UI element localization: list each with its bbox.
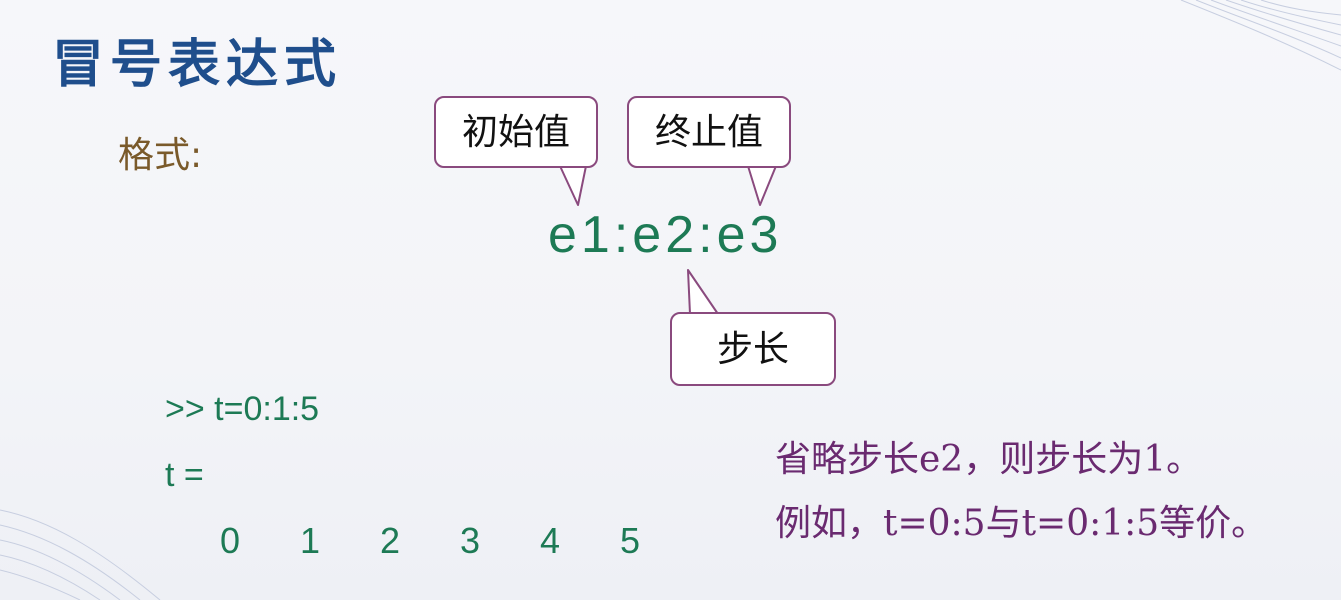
callout-end-value: 终止值 (627, 96, 791, 168)
output-value: 3 (460, 520, 481, 561)
callout-step: 步长 (670, 312, 836, 386)
command-line: >> t=0:1:5 (165, 390, 320, 428)
output-value: 2 (380, 520, 401, 561)
output-value: 5 (620, 520, 641, 561)
output-value: 1 (300, 520, 321, 561)
note-default-step: 省略步长e2，则步长为1。 (775, 439, 1203, 480)
output-value: 4 (540, 520, 561, 561)
output-value: 0 (220, 520, 241, 561)
note-example: 例如，t=0:5与t=0:1:5等价。 (775, 503, 1268, 544)
command-output-var: t = (165, 456, 204, 494)
command-output-values: 0 1 2 3 4 5 (220, 520, 700, 562)
callout-step-text: 步长 (716, 329, 789, 370)
callout-initial-value-text: 初始值 (461, 112, 570, 153)
callout-end-value-text: 终止值 (654, 112, 763, 153)
colon-expression: e1:e2:e3 (548, 206, 783, 264)
callout-initial-value: 初始值 (434, 96, 598, 168)
